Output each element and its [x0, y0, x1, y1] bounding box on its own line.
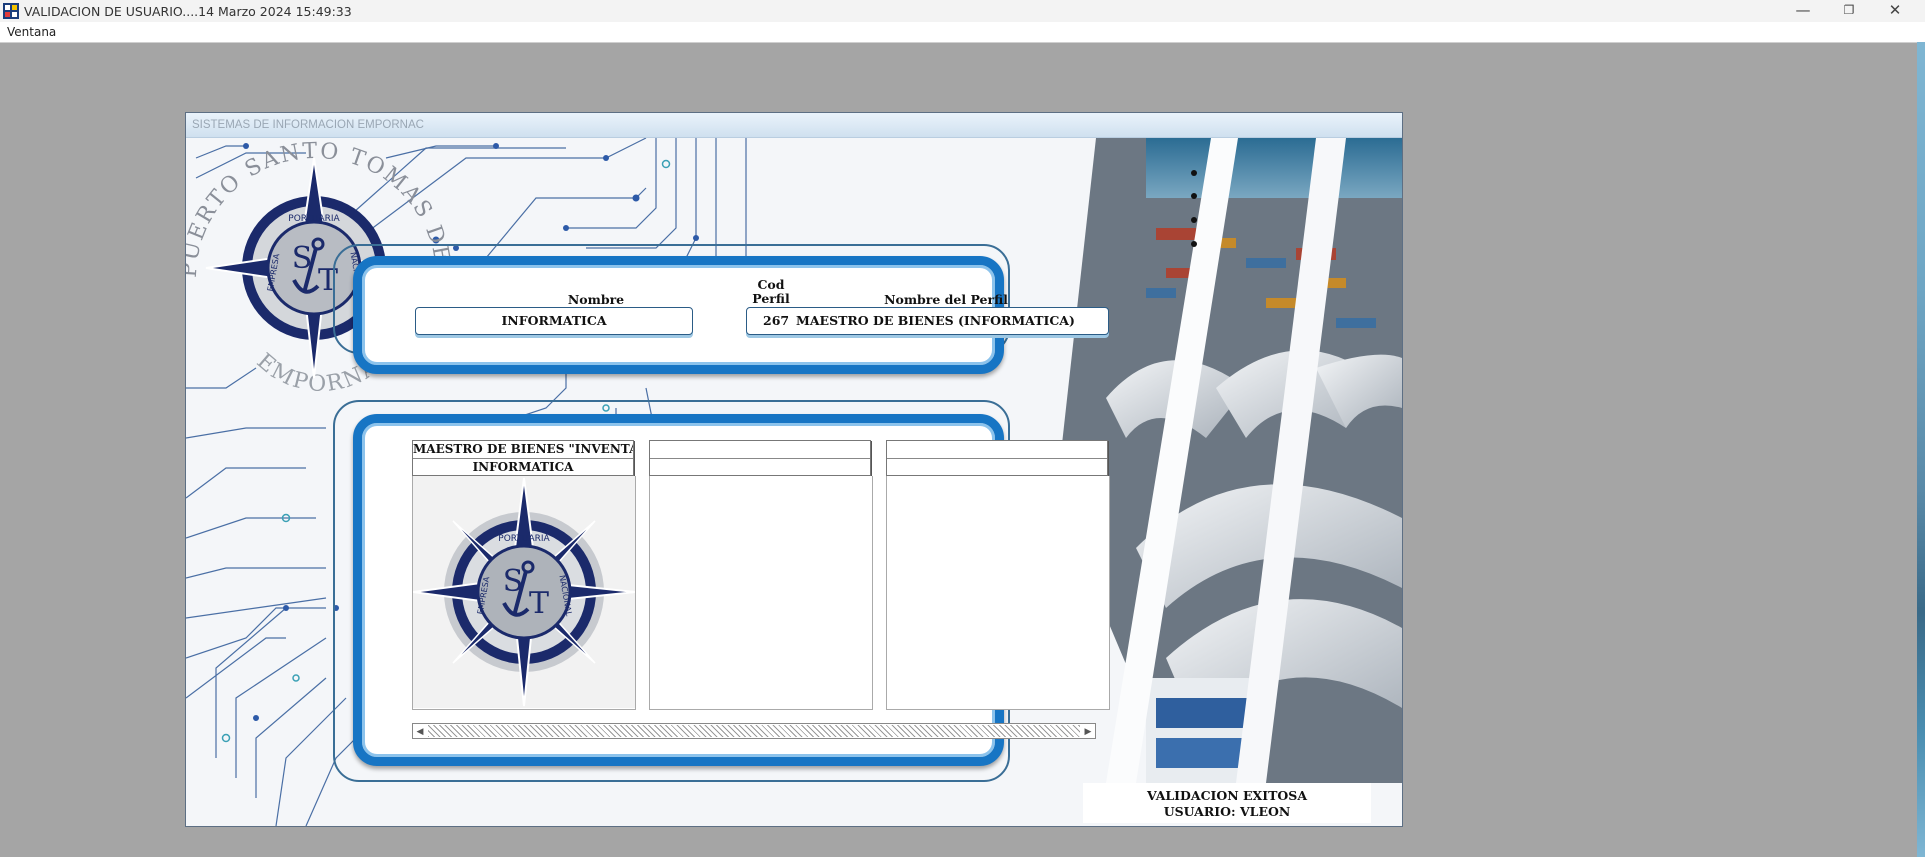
maximize-button[interactable]: ❐ — [1826, 0, 1872, 22]
minimize-button[interactable]: — — [1780, 0, 1826, 22]
logo-letter-t: T — [529, 586, 549, 621]
menu-item-ventana[interactable]: Ventana — [7, 25, 56, 39]
perfil-label: Nombre del Perfil — [884, 292, 1008, 307]
scrollbar-track[interactable] — [428, 725, 1080, 737]
system-department — [887, 459, 1107, 477]
system-column-header-2[interactable] — [649, 440, 871, 477]
system-department: INFORMATICA — [413, 459, 633, 477]
nombre-label: Nombre — [567, 292, 625, 307]
system-column-body-3[interactable] — [886, 476, 1110, 710]
system-title — [887, 441, 1107, 459]
child-window: SISTEMAS DE INFORMACION EMPORNAC ERTO SA… — [185, 112, 1403, 827]
perfil-name: MAESTRO DE BIENES (INFORMATICA) — [796, 313, 1075, 328]
system-column-header-1[interactable]: MAESTRO DE BIENES "INVENTARIOS" INFORMAT… — [412, 440, 634, 477]
logo-ring-portuaria: PORTUARIA — [498, 534, 550, 544]
cod-perfil-label-line2: Perfil — [752, 291, 790, 306]
nombre-field[interactable]: INFORMATICA — [415, 307, 693, 335]
validation-message: VALIDACION EXITOSA — [1146, 788, 1308, 803]
window-title: VALIDACION DE USUARIO....14 Marzo 2024 1… — [24, 4, 352, 19]
validation-status: VALIDACION EXITOSA USUARIO: VLEON — [1083, 783, 1371, 823]
system-department — [650, 459, 870, 477]
system-title — [650, 441, 870, 459]
system-title: MAESTRO DE BIENES "INVENTARIOS" — [413, 441, 633, 459]
child-window-title: SISTEMAS DE INFORMACION EMPORNAC — [192, 119, 424, 131]
system-column-body-2[interactable] — [649, 476, 873, 710]
background-canvas: PUERTO SANTO TOMAS DE CASTILLA EMPORNAC … — [186, 138, 1402, 826]
app-icon — [3, 3, 19, 19]
close-button[interactable]: ✕ — [1872, 0, 1918, 22]
scroll-left-button[interactable]: ◀ — [413, 724, 427, 738]
system-column-header-3[interactable] — [886, 440, 1108, 477]
empornac-logo[interactable]: PORTUARIA EMPRESA NACIONAL S T — [413, 476, 635, 708]
child-window-title-bar[interactable]: SISTEMAS DE INFORMACION EMPORNAC — [186, 113, 1402, 138]
perfil-code: 267 — [763, 313, 790, 328]
perfil-field[interactable]: 267 MAESTRO DE BIENES (INFORMATICA) — [746, 307, 1109, 335]
menu-bar: Ventana — [0, 22, 1925, 43]
desktop-background-edge — [1917, 42, 1925, 857]
scroll-right-button[interactable]: ▶ — [1081, 724, 1095, 738]
system-column-body-1[interactable]: PORTUARIA EMPRESA NACIONAL S T — [412, 476, 636, 710]
validated-user: USUARIO: VLEON — [1163, 804, 1291, 819]
horizontal-scrollbar[interactable]: ◀ ▶ — [412, 723, 1096, 739]
cod-perfil-label-line1: Cod — [757, 277, 785, 292]
window-title-bar: VALIDACION DE USUARIO....14 Marzo 2024 1… — [0, 0, 1925, 22]
logo-ring-portuaria: PORTUARIA — [288, 214, 340, 224]
